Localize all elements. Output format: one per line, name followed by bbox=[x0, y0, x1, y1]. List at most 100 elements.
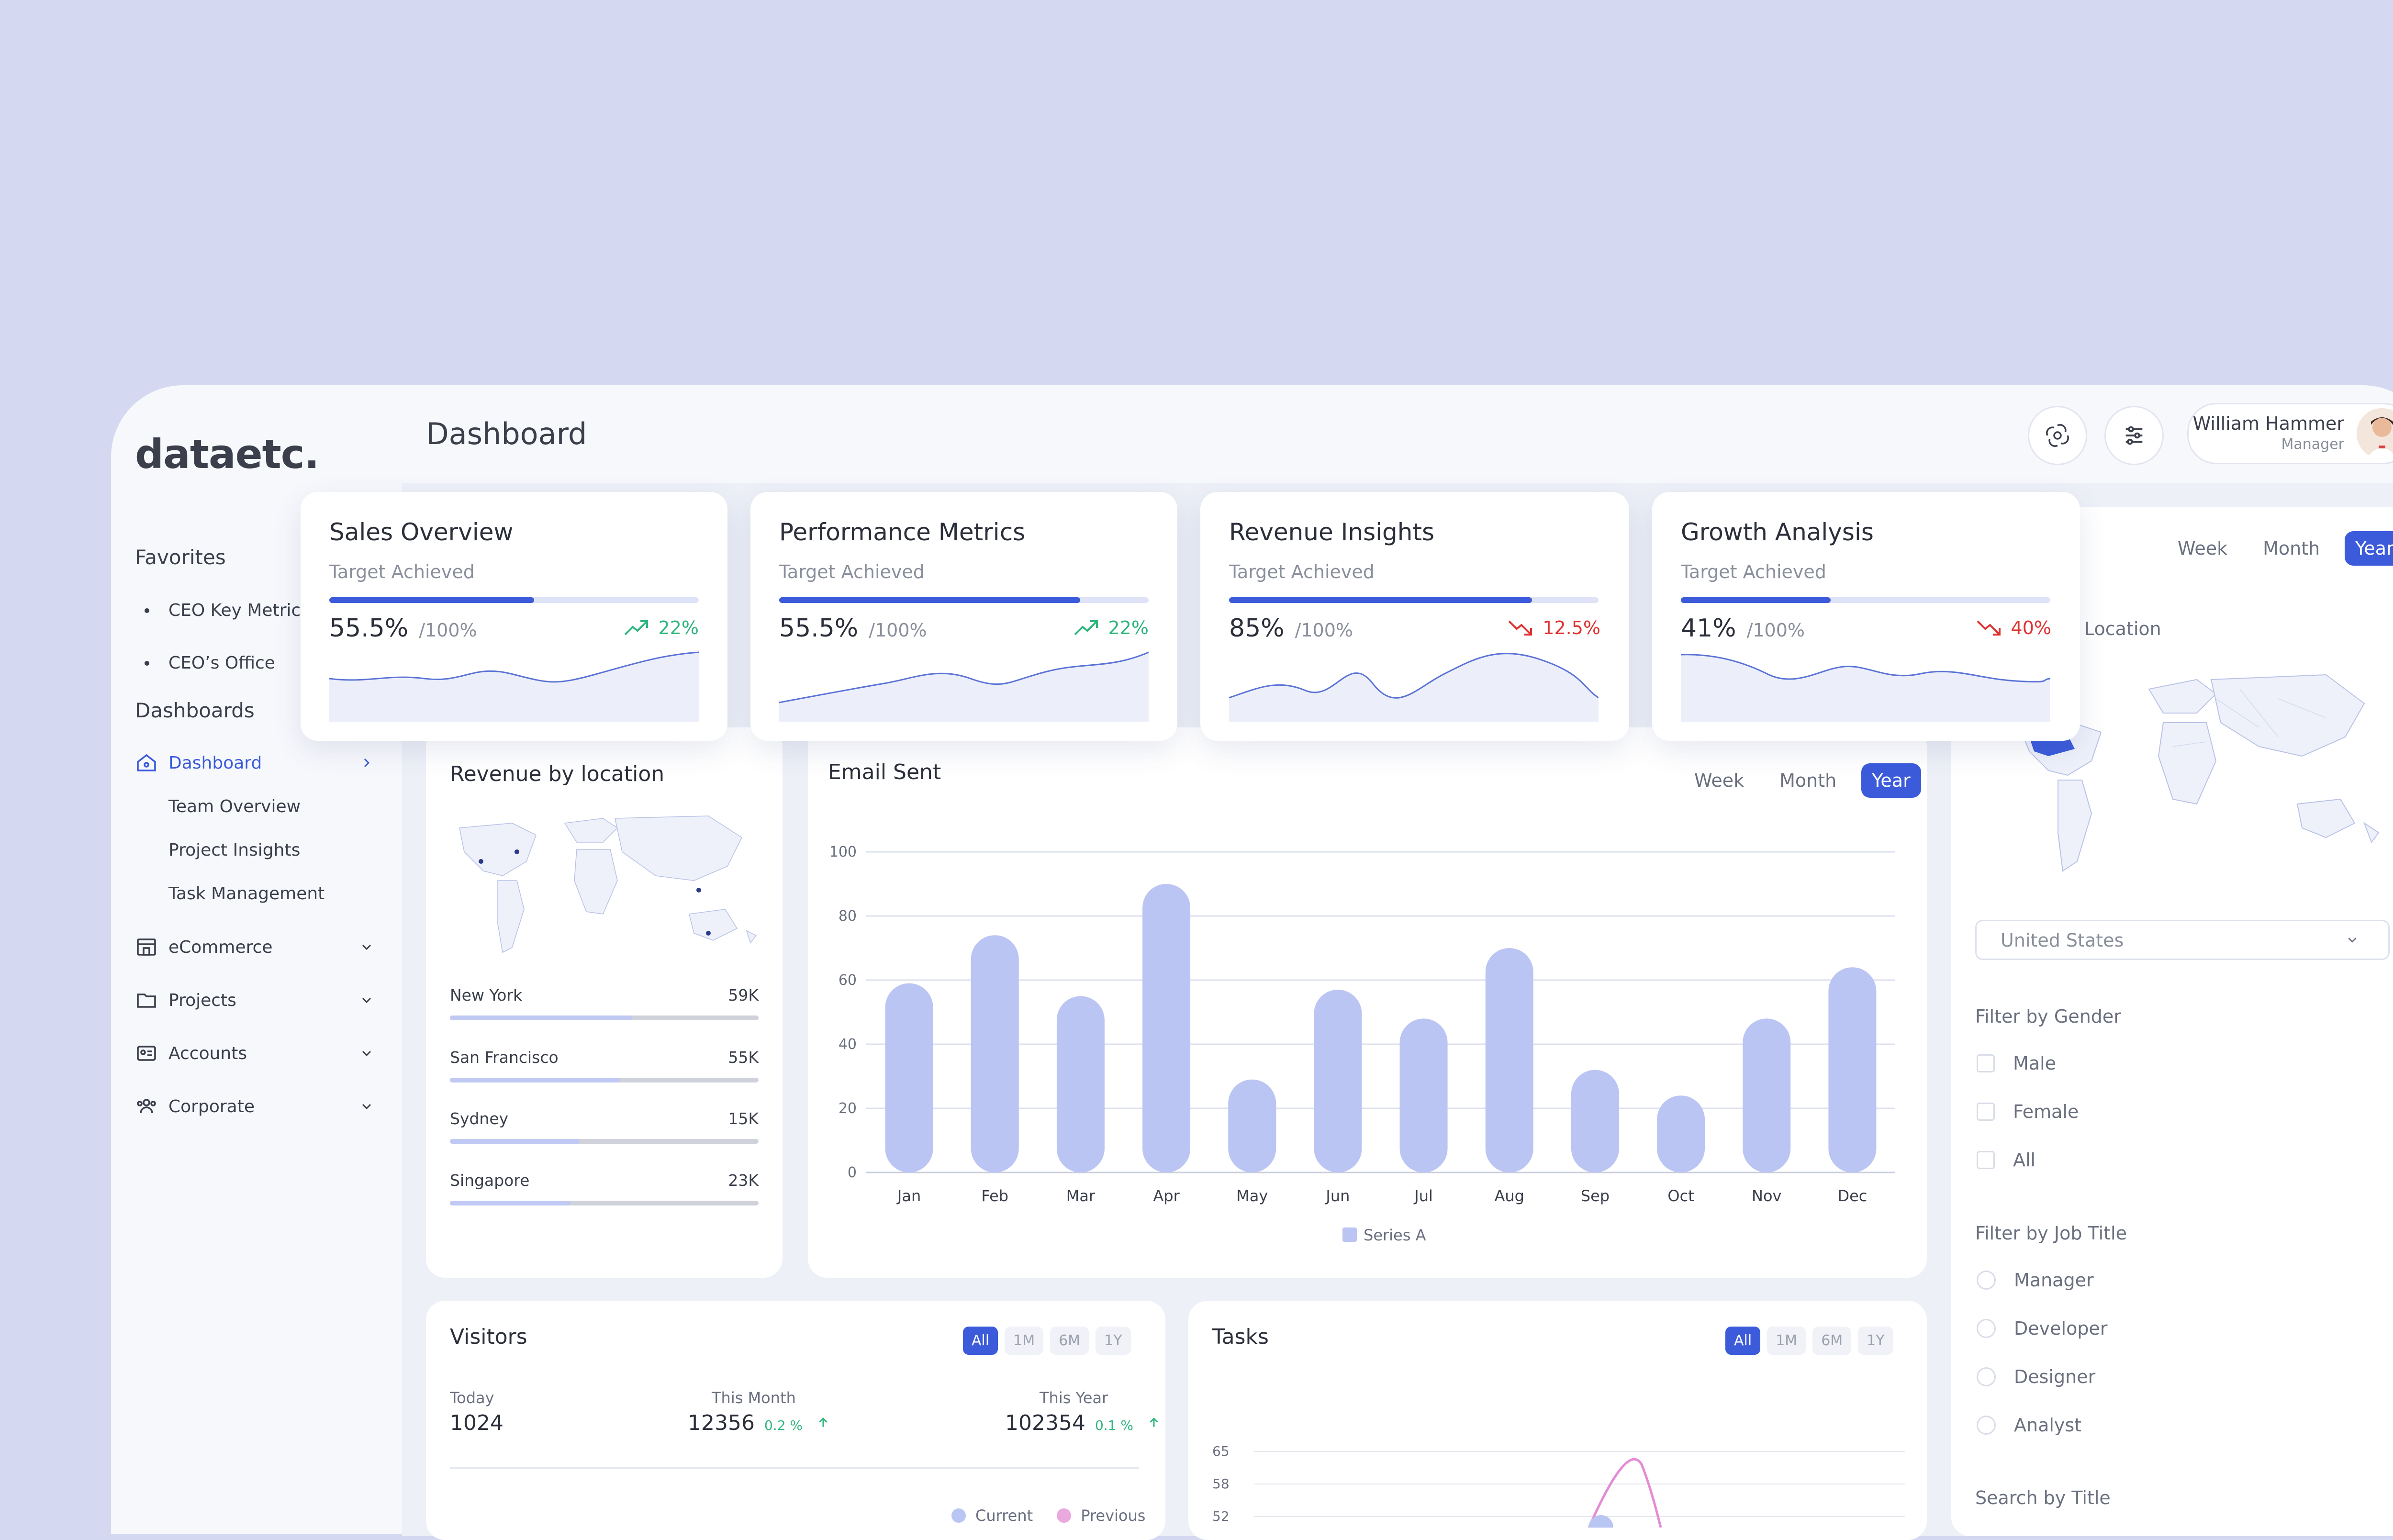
location-progress bbox=[450, 1016, 759, 1020]
kpi-progress bbox=[329, 597, 699, 603]
kpi-progress bbox=[1681, 597, 2050, 603]
legend-label: Current bbox=[975, 1507, 1033, 1525]
kpi-progress bbox=[779, 597, 1149, 603]
email-range-selector: Week Month Year bbox=[1684, 763, 1921, 798]
x-tick-label: Mar bbox=[1066, 1187, 1096, 1205]
location-value: 23K bbox=[728, 1171, 759, 1190]
gender-option-female[interactable]: Female bbox=[1977, 1101, 2079, 1122]
radio[interactable] bbox=[1977, 1367, 1996, 1386]
range-all-button[interactable]: All bbox=[1725, 1327, 1761, 1355]
store-icon bbox=[137, 938, 156, 956]
radio[interactable] bbox=[1977, 1319, 1996, 1338]
x-tick-label: Aug bbox=[1495, 1187, 1524, 1205]
favorite-item-ceo-office[interactable]: CEO’s Office bbox=[145, 653, 275, 673]
stat-today-value: 1024 bbox=[450, 1411, 503, 1435]
location-progress bbox=[450, 1201, 759, 1205]
user-menu[interactable]: William Hammer Manager bbox=[2187, 403, 2393, 464]
job-option-manager[interactable]: Manager bbox=[1977, 1270, 2094, 1291]
chevron-down-icon bbox=[362, 1104, 371, 1110]
favorite-item-ceo-key-metrics[interactable]: CEO Key Metrics bbox=[145, 601, 310, 620]
checkbox[interactable] bbox=[1977, 1103, 1995, 1121]
radio[interactable] bbox=[1977, 1416, 1996, 1435]
revenue-location-title: Revenue by location bbox=[450, 762, 665, 786]
range-year-button[interactable]: Year bbox=[2345, 531, 2393, 566]
filter-settings-button[interactable] bbox=[2104, 406, 2164, 465]
id-card-icon bbox=[137, 1046, 156, 1061]
x-tick-label: Dec bbox=[1837, 1187, 1867, 1205]
range-week-button[interactable]: Week bbox=[2167, 531, 2238, 566]
kpi-progress-fill bbox=[779, 597, 1081, 603]
kpi-subtitle: Target Achieved bbox=[329, 561, 475, 582]
kpi-of: /100% bbox=[419, 620, 477, 641]
kpi-card-performance-metrics[interactable]: Performance Metrics Target Achieved 55.5… bbox=[750, 492, 1177, 741]
sidebar-subitem-project-insights[interactable]: Project Insights bbox=[168, 840, 300, 860]
range-month-button[interactable]: Month bbox=[1769, 763, 1847, 798]
range-week-button[interactable]: Week bbox=[1684, 763, 1755, 798]
range-all-button[interactable]: All bbox=[963, 1327, 998, 1355]
kpi-title: Revenue Insights bbox=[1229, 518, 1435, 546]
legend-swatch bbox=[951, 1508, 966, 1523]
sidebar-subitem-task-management[interactable]: Task Management bbox=[168, 884, 324, 904]
gender-option-male[interactable]: Male bbox=[1977, 1053, 2056, 1074]
bullet bbox=[145, 608, 149, 613]
kpi-of: /100% bbox=[1295, 620, 1353, 641]
kpi-card-sales-overview[interactable]: Sales Overview Target Achieved 55.5% /100… bbox=[301, 492, 727, 741]
kpi-card-growth-analysis[interactable]: Growth Analysis Target Achieved 41% /100%… bbox=[1652, 492, 2080, 741]
trend-down-icon bbox=[1977, 620, 2001, 636]
range-6m-button[interactable]: 6M bbox=[1812, 1327, 1852, 1355]
kpi-change: 22% bbox=[1073, 617, 1149, 638]
sidebar-item-corporate[interactable]: Corporate bbox=[135, 1095, 374, 1118]
kpi-title: Growth Analysis bbox=[1681, 518, 1874, 546]
bar bbox=[1828, 967, 1877, 1172]
location-city: San Francisco bbox=[450, 1048, 559, 1067]
sidebar-item-accounts[interactable]: Accounts bbox=[135, 1042, 374, 1065]
world-map-small[interactable] bbox=[450, 809, 761, 967]
kpi-title: Performance Metrics bbox=[779, 518, 1026, 546]
user-name: William Hammer bbox=[2192, 413, 2344, 434]
checkbox[interactable] bbox=[1977, 1151, 1995, 1169]
kpi-card-revenue-insights[interactable]: Revenue Insights Target Achieved 85% /100… bbox=[1200, 492, 1629, 741]
sidebar-item-label: Projects bbox=[168, 990, 236, 1010]
map-title-partial: Location bbox=[2084, 618, 2161, 639]
trend-up-icon bbox=[1074, 620, 1098, 636]
range-month-button[interactable]: Month bbox=[2252, 531, 2330, 566]
sidebar-item-dashboard[interactable]: Dashboard bbox=[135, 751, 374, 774]
job-option-developer[interactable]: Developer bbox=[1977, 1318, 2107, 1339]
location-progress bbox=[450, 1139, 759, 1144]
job-option-designer[interactable]: Designer bbox=[1977, 1366, 2095, 1387]
users-icon bbox=[137, 1099, 156, 1114]
bar bbox=[1399, 1018, 1448, 1172]
kpi-value-row: 41% /100% bbox=[1681, 614, 1805, 643]
location-progress-fill bbox=[450, 1078, 620, 1082]
kpi-change: 40% bbox=[1976, 617, 2051, 638]
range-1m-button[interactable]: 1M bbox=[1767, 1327, 1806, 1355]
app-logo[interactable]: dataetc. bbox=[135, 431, 319, 478]
kpi-of: /100% bbox=[1746, 620, 1805, 641]
location-list: New York 59K San Francisco 55K Sydney 15… bbox=[450, 986, 759, 1273]
radio-label: Developer bbox=[2014, 1318, 2108, 1339]
range-1y-button[interactable]: 1Y bbox=[1096, 1327, 1131, 1355]
range-1y-button[interactable]: 1Y bbox=[1858, 1327, 1893, 1355]
trend-up-icon bbox=[624, 620, 648, 636]
radio[interactable] bbox=[1977, 1271, 1996, 1290]
stat-year-label: This Year bbox=[1040, 1389, 1108, 1407]
tasks-ytick: 58 bbox=[1212, 1476, 1230, 1492]
x-tick-label: Sep bbox=[1581, 1187, 1610, 1205]
x-tick-label: May bbox=[1236, 1187, 1268, 1205]
range-1m-button[interactable]: 1M bbox=[1005, 1327, 1044, 1355]
sidebar-item-ecommerce[interactable]: eCommerce bbox=[135, 936, 374, 959]
kpi-change-value: 40% bbox=[2011, 617, 2051, 638]
checkbox[interactable] bbox=[1977, 1054, 1995, 1072]
sidebar-item-projects[interactable]: Projects bbox=[135, 989, 374, 1012]
ai-assistant-button[interactable] bbox=[2028, 406, 2087, 465]
sidebar-subitem-team-overview[interactable]: Team Overview bbox=[168, 797, 301, 816]
job-option-analyst[interactable]: Analyst bbox=[1977, 1415, 2081, 1436]
stat-month-change: 0.2 % bbox=[764, 1417, 803, 1433]
location-value: 59K bbox=[728, 986, 759, 1004]
gender-option-all[interactable]: All bbox=[1977, 1149, 2035, 1171]
y-tick-label: 20 bbox=[839, 1100, 857, 1117]
range-year-button[interactable]: Year bbox=[1861, 763, 1921, 798]
range-6m-button[interactable]: 6M bbox=[1050, 1327, 1089, 1355]
sliders-icon bbox=[2125, 426, 2143, 445]
country-select[interactable]: United States bbox=[1975, 920, 2390, 960]
